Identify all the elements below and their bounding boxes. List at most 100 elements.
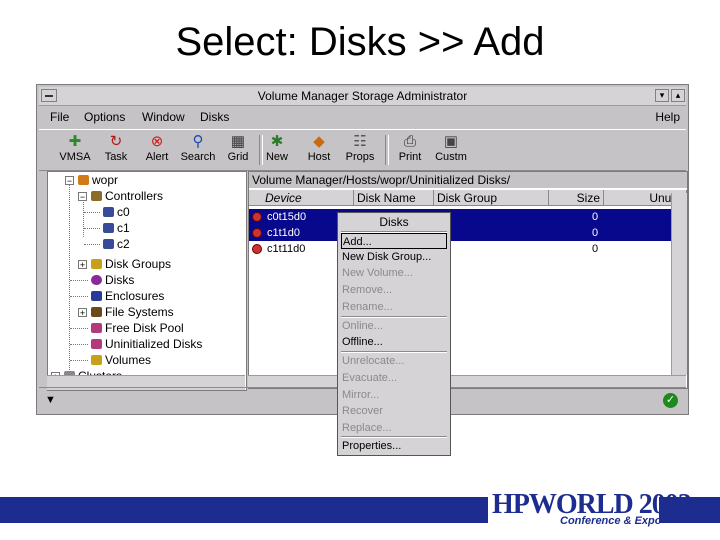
menu-item-offline[interactable]: Offline... [341,334,448,350]
grid-button[interactable]: ▦ Grid [219,133,257,167]
table-row[interactable]: c0t15d0 0 [249,209,687,225]
print-button[interactable]: ⎙ Print [391,133,429,167]
context-menu-title: Disks [379,215,409,229]
tree-guide [84,244,100,245]
search-label: Search [180,151,216,163]
tree-node-label: Disk Groups [105,257,172,271]
menu-item-properties[interactable]: Properties... [341,438,448,454]
table-row[interactable]: c1t11d0 0 [249,241,687,257]
uninitialized-disk-icon [91,339,102,349]
disk-pool-icon [91,323,102,333]
controller-icon [103,207,114,217]
maximize-button[interactable]: ▴ [671,89,685,102]
menu-options[interactable]: Options [84,110,125,124]
tree-guide [84,228,100,229]
props-label: Props [345,151,375,163]
menu-item-online[interactable]: Online... [341,318,448,334]
size-cell: 0 [592,211,599,223]
menu-item-add[interactable]: Add... [341,233,447,249]
device-cell: c0t15d0 [267,211,307,223]
expand-toggle[interactable]: + [78,308,87,318]
menu-item-recover[interactable]: Recover [341,403,448,419]
tree-node-uninitialized-disks[interactable]: Uninitialized Disks [91,337,202,352]
window-titlebar: Volume Manager Storage Administrator ▾ ▴ [39,87,686,106]
print-icon: ⎙ [403,133,416,150]
disk-icon [252,244,262,254]
window-title: Volume Manager Storage Administrator [257,89,468,103]
menu-item-new-volume[interactable]: New Volume... [341,265,448,281]
tree-node-c0[interactable]: c0 [103,205,130,220]
enclosure-icon [91,291,102,301]
customize-button[interactable]: ▣ Custm [432,133,470,167]
status-ok-icon[interactable]: ✓ [663,393,678,408]
column-header-device[interactable]: Device [249,190,354,206]
menu-help[interactable]: Help [655,110,680,124]
toolbar-separator [385,135,389,165]
table-row[interactable]: c1t1d0 0 [249,225,687,241]
collapse-toggle[interactable]: − [78,192,87,202]
tree-node-c1[interactable]: c1 [103,221,130,236]
new-label: New [265,151,288,163]
props-icon: ☷ [353,133,367,150]
menu-disks[interactable]: Disks [200,110,229,124]
tree-node-disks[interactable]: Disks [91,273,134,288]
host-icon: ◆ [313,133,325,150]
vmsa-icon: ✚ [68,133,82,150]
minimize-button[interactable]: ▾ [655,89,669,102]
tree-guide [83,197,84,237]
menu-item-mirror[interactable]: Mirror... [341,387,448,403]
task-label: Task [104,151,128,163]
toolbar: ✚ VMSA ↻ Task ⊗ Alert ⚲ Search ▦ Grid ✱ … [39,129,686,171]
tree-node-label: Volumes [105,353,152,367]
slide-title: Select: Disks >> Add [175,20,545,64]
tree-node-disk-groups[interactable]: Disk Groups [91,257,171,272]
volume-icon [91,355,102,365]
tree-node-label: Enclosures [105,289,165,303]
disk-group-icon [91,259,102,269]
tree-node-c2[interactable]: c2 [103,237,130,252]
vmsa-button[interactable]: ✚ VMSA [56,133,94,167]
hpworld-logo-subtitle: Conference & Expo [560,515,662,527]
tree-node-label: File Systems [105,305,174,319]
size-cell: 0 [592,227,599,239]
menu-item-unrelocate[interactable]: Unrelocate... [341,353,448,369]
tree-node-controllers[interactable]: Controllers [91,189,163,204]
menu-window[interactable]: Window [142,110,185,124]
column-header-disk-name[interactable]: Disk Name [354,190,434,206]
new-icon: ✱ [270,133,284,150]
tree-node-label: c1 [117,221,130,235]
tree-node-file-systems[interactable]: File Systems [91,305,174,320]
tree-node-label: c0 [117,205,130,219]
disk-icon [252,212,262,222]
column-header-size[interactable]: Size [549,190,604,206]
controller-icon [103,239,114,249]
column-header-disk-group[interactable]: Disk Group [434,190,549,206]
collapse-toggle[interactable]: − [65,176,74,186]
menu-item-rename[interactable]: Rename... [341,299,448,315]
content-vertical-scrollbar[interactable] [671,193,687,375]
alert-button[interactable]: ⊗ Alert [138,133,176,167]
menu-file[interactable]: File [50,110,69,124]
props-button[interactable]: ☷ Props [341,133,379,167]
tree-node-host[interactable]: wopr [78,173,118,188]
tree-node-free-disk-pool[interactable]: Free Disk Pool [91,321,184,336]
host-icon [78,175,89,185]
size-cell: 0 [592,243,599,255]
host-button[interactable]: ◆ Host [300,133,338,167]
tree-node-enclosures[interactable]: Enclosures [91,289,164,304]
vmsa-label: VMSA [59,151,91,163]
menu-item-evacuate[interactable]: Evacuate... [341,370,448,386]
menu-item-remove[interactable]: Remove... [341,282,448,298]
tree-node-volumes[interactable]: Volumes [91,353,151,368]
grid-icon: ▦ [230,133,246,150]
menu-item-replace[interactable]: Replace... [341,420,448,436]
footer-band [0,497,488,523]
task-button[interactable]: ↻ Task [97,133,135,167]
status-arrow-icon[interactable]: ▼ [45,394,56,406]
new-button[interactable]: ✱ New [258,133,296,167]
device-cell: c1t1d0 [267,227,301,239]
expand-toggle[interactable]: + [78,260,87,270]
search-button[interactable]: ⚲ Search [179,133,217,167]
menu-item-new-disk-group[interactable]: New Disk Group... [341,249,448,265]
host-label: Host [307,151,331,163]
